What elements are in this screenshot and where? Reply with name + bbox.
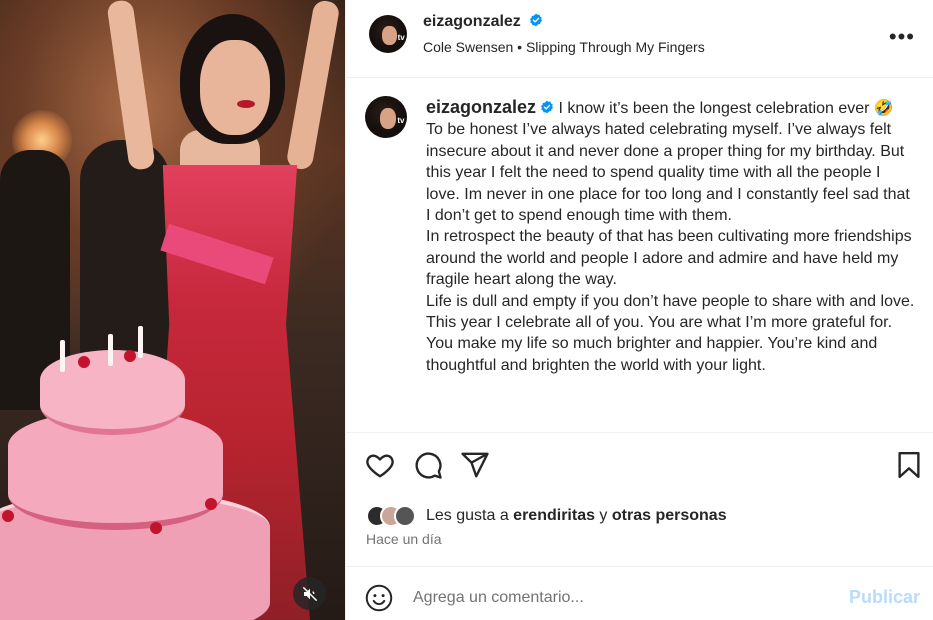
caption-text: eizagonzalez I know it’s been the longes… xyxy=(426,97,916,376)
media-cherry xyxy=(2,510,14,522)
verified-icon xyxy=(530,13,543,27)
music-info[interactable]: Cole Swensen • Slipping Through My Finge… xyxy=(423,39,705,55)
media-background-person xyxy=(80,140,170,360)
media-face xyxy=(200,40,270,135)
media-cherry xyxy=(124,350,136,362)
comment-bar: Publicar xyxy=(346,566,933,620)
media-candle xyxy=(138,326,143,358)
caption-avatar[interactable]: tv xyxy=(365,96,407,138)
action-bar xyxy=(346,450,933,484)
comment-input[interactable] xyxy=(413,583,813,613)
caption-paragraph: Life is dull and empty if you don’t have… xyxy=(426,292,915,310)
username-text[interactable]: eizagonzalez xyxy=(423,13,521,30)
avatar-badge: tv xyxy=(397,32,405,42)
avatar-badge: tv xyxy=(397,116,405,126)
likes-others[interactable]: otras personas xyxy=(612,507,727,524)
media-candle xyxy=(60,340,65,372)
media-cherry xyxy=(150,522,162,534)
post-details-panel: tv eizagonzalez Cole Swensen • Slipping … xyxy=(345,0,933,620)
post-header: tv eizagonzalez Cole Swensen • Slipping … xyxy=(346,0,933,78)
bookmark-icon[interactable] xyxy=(894,450,924,480)
music-track[interactable]: Slipping Through My Fingers xyxy=(526,39,705,55)
post-comment-button[interactable]: Publicar xyxy=(849,587,920,608)
media-cherry xyxy=(205,498,217,510)
likes-summary[interactable]: Les gusta a erendiritas y otras personas xyxy=(366,503,727,529)
share-icon[interactable] xyxy=(460,450,490,480)
verified-icon xyxy=(541,100,554,114)
media-lips xyxy=(237,100,255,108)
avatar-face xyxy=(382,25,397,45)
liker-avatar[interactable] xyxy=(394,505,416,527)
likes-middle: y xyxy=(594,507,612,524)
speaker-muted-icon xyxy=(302,586,317,601)
music-artist[interactable]: Cole Swensen xyxy=(423,39,513,55)
mute-button[interactable] xyxy=(293,577,326,610)
caption-scroll-area[interactable]: tv eizagonzalez I know it’s been the lon… xyxy=(346,78,933,433)
caption-paragraph: This year I celebrate all of you. You ar… xyxy=(426,314,893,374)
caption-username[interactable]: eizagonzalez xyxy=(426,97,536,117)
avatar-face xyxy=(379,107,396,129)
music-separator: • xyxy=(513,39,526,55)
post-timestamp[interactable]: Hace un día xyxy=(366,531,442,547)
media-candle xyxy=(108,334,113,366)
likes-prefix: Les gusta a xyxy=(426,507,514,524)
more-options-icon[interactable]: ••• xyxy=(889,24,915,50)
likes-text: Les gusta a erendiritas y otras personas xyxy=(426,507,727,525)
caption-intro: I know it’s been the longest celebration… xyxy=(554,100,894,117)
avatar[interactable]: tv xyxy=(369,15,407,53)
emoji-icon[interactable] xyxy=(365,584,393,612)
comment-icon[interactable] xyxy=(413,450,443,480)
post-media[interactable] xyxy=(0,0,345,620)
heart-icon[interactable] xyxy=(365,450,395,480)
likes-first-user[interactable]: erendiritas xyxy=(513,507,595,524)
caption-paragraph: To be honest I’ve always hated celebrati… xyxy=(426,121,910,225)
post-username[interactable]: eizagonzalez xyxy=(423,13,543,31)
caption-first-line: eizagonzalez I know it’s been the longes… xyxy=(426,97,916,119)
media-cherry xyxy=(78,356,90,368)
caption-paragraph: In retrospect the beauty of that has bee… xyxy=(426,228,912,289)
